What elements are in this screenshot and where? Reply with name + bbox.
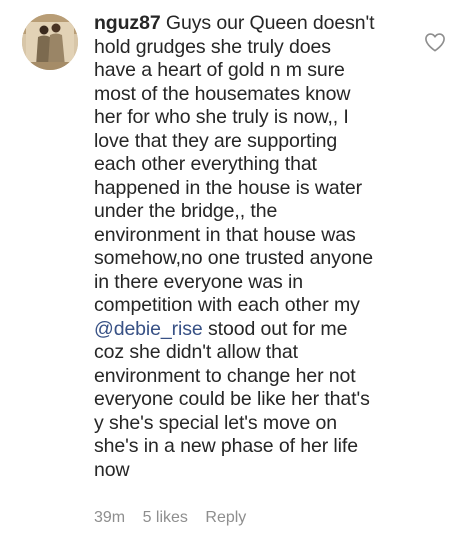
comment-username[interactable]: nguz87 <box>94 12 161 34</box>
heart-outline-icon[interactable] <box>424 32 446 52</box>
comment-item: nguz87 Guys our Queen doesn't hold grudg… <box>0 0 467 537</box>
comment-text-before-mention: Guys our Queen doesn't hold grudges she … <box>94 12 375 316</box>
avatar[interactable] <box>22 14 78 70</box>
comment-meta: 39m 5 likes Reply <box>94 508 259 528</box>
likes-count[interactable]: 5 likes <box>143 509 188 526</box>
reply-button[interactable]: Reply <box>205 509 246 526</box>
profile-photo-icon <box>22 14 78 70</box>
comment-text-after-mention: stood out for me coz she didn't allow th… <box>94 317 370 481</box>
comment-timestamp: 39m <box>94 509 126 526</box>
mention-link[interactable]: @debie_rise <box>94 318 203 340</box>
comment-text: nguz87 Guys our Queen doesn't hold grudg… <box>94 12 424 482</box>
